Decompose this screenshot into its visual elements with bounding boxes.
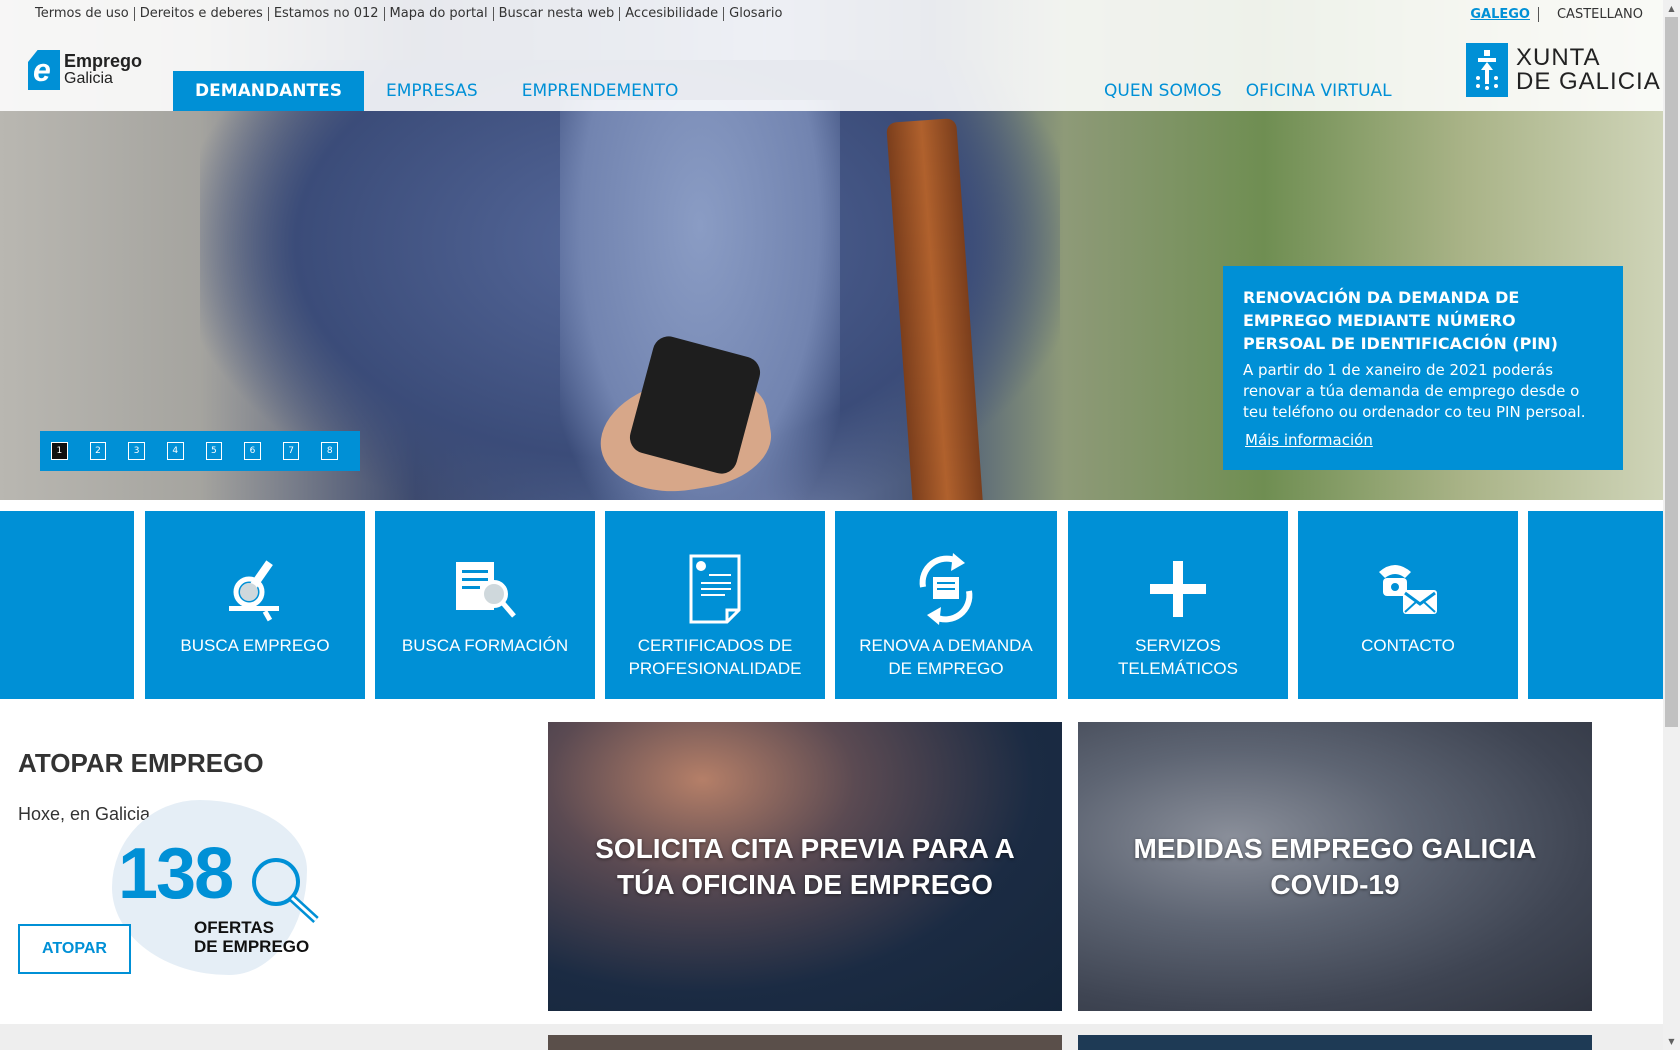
tile-certificados[interactable]: CERTIFICADOS DE PROFESIONALIDADE	[605, 511, 825, 699]
plus-icon	[1148, 559, 1208, 623]
tile-label: RENOVA A DEMANDA DE EMPREGO	[835, 634, 1057, 680]
nav-empresas[interactable]: EMPRESAS	[364, 71, 500, 111]
link-mapa[interactable]: Mapa do portal	[385, 7, 494, 21]
slider-page-5[interactable]: 5	[205, 442, 223, 460]
slider-page-1[interactable]: 1	[51, 442, 68, 460]
search-job-icon	[225, 556, 285, 626]
secondary-nav: QUEN SOMOS OFICINA VIRTUAL	[1092, 71, 1404, 111]
bottom-card-left	[548, 1035, 1062, 1050]
link-accesibilidade[interactable]: Accesibilidade	[620, 7, 725, 21]
tile-label-line-1: RENOVA A DEMANDA	[859, 636, 1033, 655]
banner-cita-previa[interactable]: SOLICITA CITA PREVIA PARA A TÚA OFICINA …	[548, 722, 1062, 1011]
slider-page-7[interactable]: 7	[282, 442, 300, 460]
tile-label-line-1: SERVIZOS	[1135, 636, 1221, 655]
nav-quen-somos[interactable]: QUEN SOMOS	[1092, 71, 1234, 111]
scroll-thumb[interactable]	[1665, 17, 1678, 727]
banner-covid-19[interactable]: MEDIDAS EMPREGO GALICIA COVID-19	[1078, 722, 1592, 1011]
tile-label: BUSCA FORMACIÓN	[401, 636, 569, 655]
tile-label-line-2: PROFESIONALIDADE	[628, 659, 802, 678]
tile-busca-formacion[interactable]: BUSCA FORMACIÓN	[375, 511, 595, 699]
banner-covid-line-2: COVID-19	[1270, 868, 1400, 900]
atopar-subtitle: Hoxe, en Galicia	[18, 804, 151, 824]
link-buscar[interactable]: Buscar nesta web	[494, 7, 621, 21]
promo-title: RENOVACIÓN DA DEMANDA DE EMPREGO MEDIANT…	[1243, 288, 1558, 353]
promo-more-link[interactable]: Máis información	[1243, 431, 1603, 449]
certificate-icon	[689, 554, 741, 628]
slider-pager: 1 2 3 4 5 6 7 8	[40, 431, 360, 471]
banner-cita-line-1: SOLICITA CITA PREVIA PARA A	[595, 832, 1015, 864]
tile-label: CONTACTO	[1361, 636, 1455, 655]
banner-covid-line-1: MEDIDAS EMPREGO GALICIA	[1133, 832, 1537, 864]
slider-page-2[interactable]: 2	[89, 442, 107, 460]
xunta-line-2: DE GALICIA	[1516, 68, 1661, 95]
link-glosario[interactable]: Glosario	[724, 7, 787, 21]
logo-line-1: Emprego	[64, 51, 143, 71]
renew-icon	[913, 551, 979, 631]
link-termos[interactable]: Termos de uso	[30, 7, 135, 21]
job-offers-label-line-2: DE EMPREGO	[194, 937, 310, 956]
nav-demandantes[interactable]: DEMANDANTES	[173, 71, 364, 111]
phone-mail-icon	[1375, 556, 1441, 626]
job-offers-label-line-1: OFERTAS	[194, 918, 274, 937]
tile-right-edge	[1528, 511, 1663, 699]
utility-bar: Termos de uso Dereitos e deberes Estamos…	[0, 0, 1663, 30]
tile-contacto[interactable]: CONTACTO	[1298, 511, 1518, 699]
tile-label-line-1: CERTIFICADOS DE	[637, 636, 793, 655]
tile-label-line-2: TELEMÁTICOS	[1118, 659, 1238, 678]
tile-renova-demanda[interactable]: RENOVA A DEMANDA DE EMPREGO	[835, 511, 1057, 699]
promo-box: RENOVACIÓN DA DEMANDA DE EMPREGO MEDIANT…	[1223, 266, 1623, 470]
tile-label: BUSCA EMPREGO	[180, 636, 330, 655]
xunta-logo[interactable]: XUNTA DE GALICIA	[1466, 43, 1661, 97]
logo-line-2: Galicia	[64, 70, 113, 87]
slider-page-6[interactable]: 6	[244, 442, 261, 460]
scroll-down-icon[interactable]: ▼	[1663, 1033, 1680, 1050]
slider-page-8[interactable]: 8	[321, 442, 338, 460]
tile-label-line-2: DE EMPREGO	[888, 659, 1004, 678]
lang-castellano[interactable]: CASTELLANO	[1539, 7, 1643, 22]
main-nav: DEMANDANTES EMPRESAS EMPRENDEMENTO	[173, 71, 700, 111]
xunta-line-1: XUNTA	[1516, 44, 1601, 71]
job-offers-label: OFERTAS DE EMPREGO	[194, 918, 309, 956]
link-012[interactable]: Estamos no 012	[269, 7, 385, 21]
page-scrollbar[interactable]: ▲ ▼	[1663, 0, 1680, 1050]
nav-emprendemento[interactable]: EMPRENDEMENTO	[500, 71, 701, 111]
language-switcher: GALEGO CASTELLANO	[1470, 7, 1643, 22]
tile-servizos-telematicos[interactable]: SERVIZOS TELEMÁTICOS	[1068, 511, 1288, 699]
scroll-up-icon[interactable]: ▲	[1663, 0, 1680, 17]
banner-cita-line-2: TÚA OFICINA DE EMPREGO	[617, 868, 993, 900]
utility-links: Termos de uso Dereitos e deberes Estamos…	[30, 7, 787, 21]
banner-covid-text: MEDIDAS EMPREGO GALICIA COVID-19	[1104, 831, 1567, 903]
atopar-title: ATOPAR EMPREGO	[18, 748, 264, 778]
lang-galego[interactable]: GALEGO	[1470, 7, 1539, 22]
tile-busca-emprego[interactable]: BUSCA EMPREGO	[145, 511, 365, 699]
job-offers-count: 138	[118, 834, 234, 914]
emprego-galicia-logo[interactable]: e Emprego Galicia	[28, 50, 142, 90]
atopar-button[interactable]: ATOPAR	[18, 924, 131, 974]
banner-cita-text: SOLICITA CITA PREVIA PARA A TÚA OFICINA …	[565, 831, 1044, 903]
tile-left-edge	[0, 511, 134, 699]
search-training-icon	[452, 558, 518, 624]
tile-label: SERVIZOS TELEMÁTICOS	[1068, 634, 1288, 680]
service-tiles: BUSCA EMPREGO BUSCA FORMACIÓN CERTIFICAD…	[0, 511, 1663, 699]
slider-page-3[interactable]: 3	[128, 442, 145, 460]
nav-oficina-virtual[interactable]: OFICINA VIRTUAL	[1234, 71, 1404, 111]
xunta-shield-icon	[1466, 43, 1508, 97]
tile-label: CERTIFICADOS DE PROFESIONALIDADE	[605, 634, 825, 680]
slider-page-4[interactable]: 4	[166, 442, 184, 460]
link-dereitos[interactable]: Dereitos e deberes	[135, 7, 269, 21]
emprego-logo-icon: e	[28, 50, 60, 90]
bottom-card-right	[1078, 1035, 1592, 1050]
promo-text: A partir do 1 de xaneiro de 2021 poderás…	[1243, 361, 1586, 421]
